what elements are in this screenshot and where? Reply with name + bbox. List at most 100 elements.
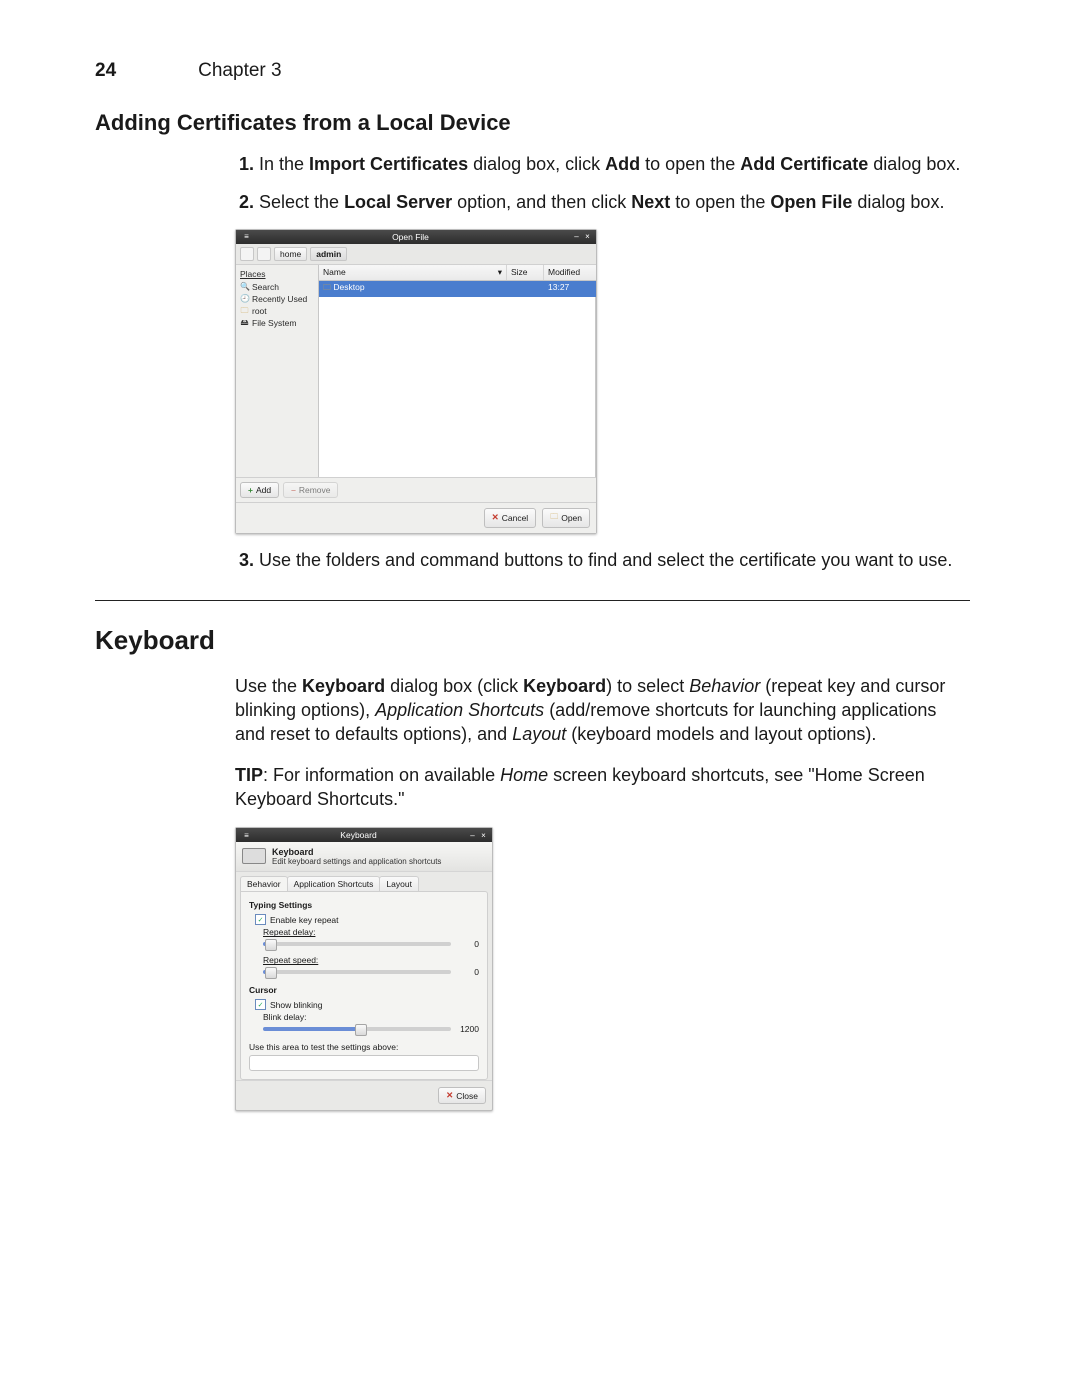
keyboard-header-title: Keyboard xyxy=(272,847,441,857)
repeat-speed-label: Repeat speed: xyxy=(263,955,479,965)
file-name: Desktop xyxy=(333,282,364,292)
repeat-delay-slider[interactable] xyxy=(263,942,451,946)
search-icon: 🔍 xyxy=(240,282,249,291)
slider-thumb[interactable] xyxy=(355,1024,367,1036)
step-3-text: Use the folders and command buttons to f… xyxy=(259,550,952,570)
crumb-home[interactable]: home xyxy=(274,247,307,261)
show-blinking-label: Show blinking xyxy=(270,1000,322,1010)
group-typing: Typing Settings xyxy=(249,900,479,910)
window-menu-icon: ≡ xyxy=(242,232,251,241)
section-heading-keyboard: Keyboard xyxy=(95,625,970,656)
section-heading-certificates: Adding Certificates from a Local Device xyxy=(95,110,970,136)
keyboard-header: Keyboard Edit keyboard settings and appl… xyxy=(236,842,492,872)
tab-app-shortcuts[interactable]: Application Shortcuts xyxy=(287,876,381,891)
keyboard-description: Use the Keyboard dialog box (click Keybo… xyxy=(235,674,970,811)
place-search-label: Search xyxy=(252,282,279,292)
close-x-icon: ✕ xyxy=(446,1090,453,1101)
document-page: 24 Chapter 3 Adding Certificates from a … xyxy=(0,0,1080,1397)
show-blinking-check[interactable]: ✓ Show blinking xyxy=(255,999,479,1010)
place-root[interactable]: 🗀root xyxy=(236,305,318,317)
cancel-button[interactable]: ✕Cancel xyxy=(484,508,537,528)
minimize-icon[interactable]: – xyxy=(468,831,477,840)
window-menu-icon: ≡ xyxy=(242,831,251,840)
repeat-speed-slider[interactable] xyxy=(263,970,451,974)
file-list-empty xyxy=(319,297,596,477)
folder-icon: 🗀 xyxy=(240,306,249,315)
checkbox-icon: ✓ xyxy=(255,914,266,925)
repeat-delay-value: 0 xyxy=(457,939,479,949)
close-icon[interactable]: × xyxy=(583,232,592,241)
file-list-columns: Name ▾ Size Modified xyxy=(319,265,596,281)
test-input[interactable] xyxy=(249,1055,479,1071)
step-3: Use the folders and command buttons to f… xyxy=(259,548,970,572)
keyboard-titlebar: ≡ Keyboard – × xyxy=(236,828,492,842)
slider-thumb[interactable] xyxy=(265,939,277,951)
minimize-icon[interactable]: – xyxy=(572,232,581,241)
open-button[interactable]: 🗀Open xyxy=(542,508,590,528)
step-2: Select the Local Server option, and then… xyxy=(259,190,970,214)
slider-thumb[interactable] xyxy=(265,967,277,979)
enable-key-repeat-check[interactable]: ✓ Enable key repeat xyxy=(255,914,479,925)
col-name[interactable]: Name ▾ xyxy=(319,265,507,280)
page-number: 24 xyxy=(95,60,116,82)
open-icon: 🗀 xyxy=(550,511,558,525)
step-1: In the Import Certificates dialog box, c… xyxy=(259,152,970,176)
folder-icon: 🗀 xyxy=(323,283,331,292)
file-row-selected[interactable]: 🗀 Desktop 13:27 xyxy=(319,281,596,297)
enable-key-repeat-label: Enable key repeat xyxy=(270,915,339,925)
keyboard-header-sub: Edit keyboard settings and application s… xyxy=(272,857,441,866)
plus-icon: + xyxy=(248,485,253,495)
cancel-icon: ✕ xyxy=(492,512,499,523)
steps-list-cont: Use the folders and command buttons to f… xyxy=(235,548,970,572)
dialog-footer: ✕Cancel 🗀Open xyxy=(236,502,596,533)
open-file-title: Open File xyxy=(251,232,570,242)
tab-layout[interactable]: Layout xyxy=(379,876,419,891)
close-button[interactable]: ✕Close xyxy=(438,1087,486,1104)
recent-icon: 🕘 xyxy=(240,294,249,303)
group-cursor: Cursor xyxy=(249,985,479,995)
place-recent-label: Recently Used xyxy=(252,294,307,304)
close-icon[interactable]: × xyxy=(479,831,488,840)
place-filesystem[interactable]: 🖴File System xyxy=(236,317,318,329)
keyboard-dialog-screenshot: ≡ Keyboard – × Keyboard Edit keyboard se… xyxy=(235,827,493,1111)
breadcrumb: home admin xyxy=(236,244,596,265)
blink-delay-slider[interactable] xyxy=(263,1027,451,1031)
keyboard-footer: ✕Close xyxy=(236,1080,492,1110)
file-modified: 13:27 xyxy=(544,281,596,297)
keyboard-para1: Use the Keyboard dialog box (click Keybo… xyxy=(235,674,970,747)
minus-icon: – xyxy=(291,485,296,495)
repeat-speed-value: 0 xyxy=(457,967,479,977)
sort-indicator-icon: ▾ xyxy=(498,267,502,278)
behavior-tabpane: Typing Settings ✓ Enable key repeat Repe… xyxy=(240,891,488,1080)
tab-behavior[interactable]: Behavior xyxy=(240,876,288,891)
col-size[interactable]: Size xyxy=(507,265,544,280)
places-panel: Places 🔍Search 🕘Recently Used 🗀root 🖴Fil… xyxy=(236,265,319,477)
drive-icon: 🖴 xyxy=(240,318,249,327)
repeat-delay-label: Repeat delay: xyxy=(263,927,479,937)
step-2-text: Select the Local Server option, and then… xyxy=(259,192,944,212)
open-file-titlebar: ≡ Open File – × xyxy=(236,230,596,244)
blink-delay-value: 1200 xyxy=(457,1024,479,1034)
checkbox-icon: ✓ xyxy=(255,999,266,1010)
place-recent[interactable]: 🕘Recently Used xyxy=(236,293,318,305)
page-header: 24 Chapter 3 xyxy=(95,60,970,82)
new-folder-icon[interactable] xyxy=(257,247,271,261)
test-area-label: Use this area to test the settings above… xyxy=(249,1042,479,1052)
places-header: Places xyxy=(236,267,318,281)
steps-list: In the Import Certificates dialog box, c… xyxy=(235,152,970,215)
file-size xyxy=(508,281,544,297)
edit-path-icon[interactable] xyxy=(240,247,254,261)
place-search[interactable]: 🔍Search xyxy=(236,281,318,293)
remove-place-button: –Remove xyxy=(283,482,338,498)
step-1-text: In the Import Certificates dialog box, c… xyxy=(259,154,960,174)
keyboard-tip: TIP: For information on available Home s… xyxy=(235,763,970,812)
places-actions: +Add –Remove xyxy=(236,477,596,502)
chapter-label: Chapter 3 xyxy=(198,60,281,82)
keyboard-title: Keyboard xyxy=(251,830,466,840)
place-root-label: root xyxy=(252,306,267,316)
add-place-button[interactable]: +Add xyxy=(240,482,279,498)
place-fs-label: File System xyxy=(252,318,296,328)
file-list: Name ▾ Size Modified 🗀 Desktop 13:27 xyxy=(319,265,596,477)
crumb-admin[interactable]: admin xyxy=(310,247,347,261)
col-modified[interactable]: Modified xyxy=(544,265,596,280)
